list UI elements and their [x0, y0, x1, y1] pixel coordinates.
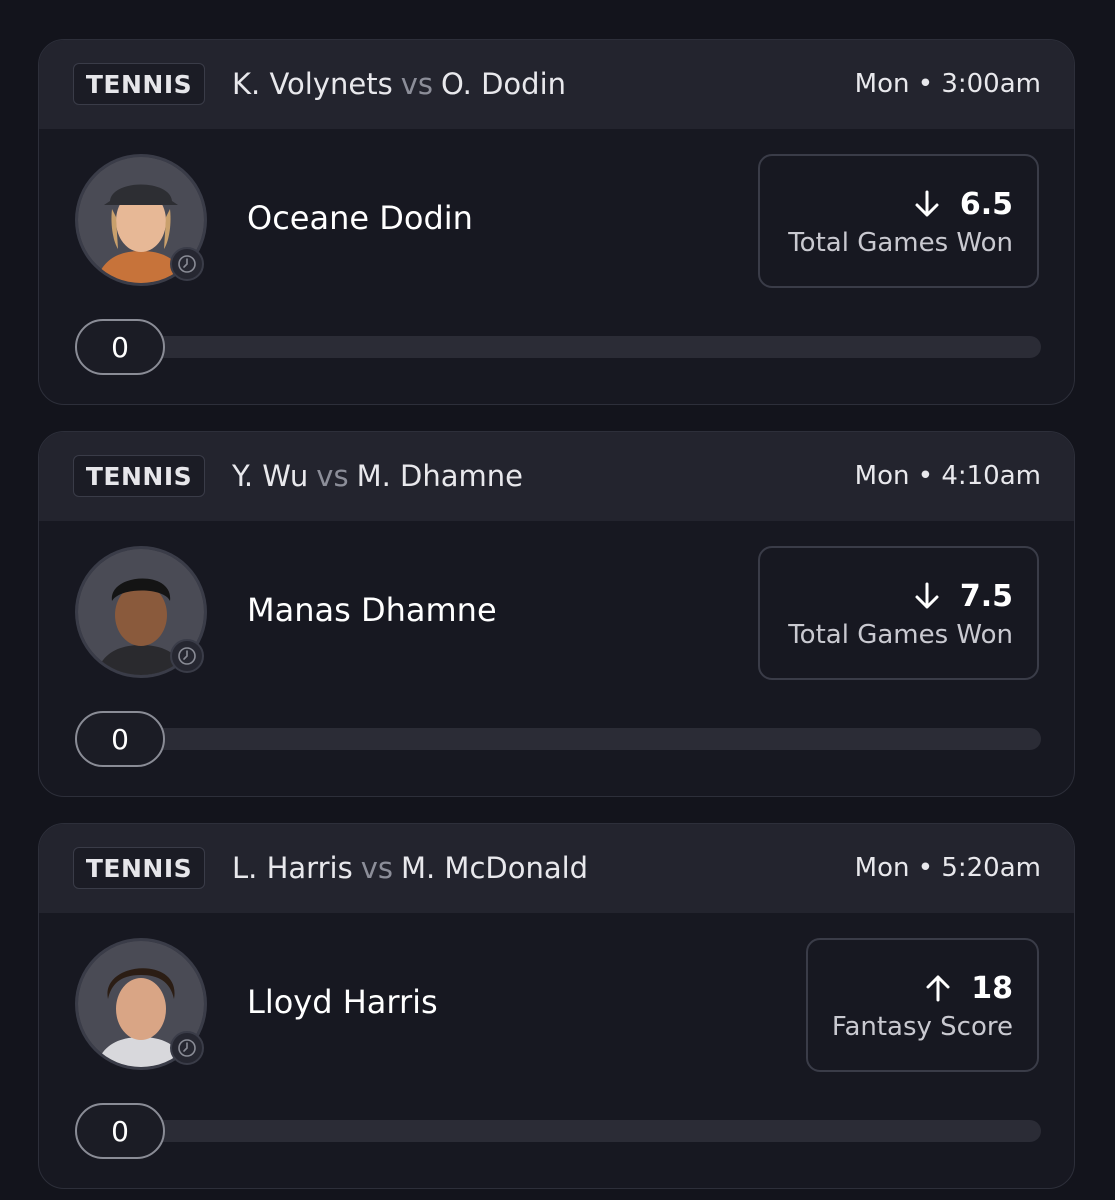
- sport-badge: TENNIS: [73, 63, 205, 105]
- arrow-down-icon: [915, 190, 939, 217]
- line-value: 18: [971, 970, 1013, 1006]
- sport-badge: TENNIS: [73, 847, 205, 889]
- progress-track: [139, 1120, 1041, 1142]
- progress-value: 0: [75, 1103, 165, 1159]
- line-box[interactable]: 18 Fantasy Score: [806, 938, 1039, 1072]
- projection-card[interactable]: TENNIS Y. Wu vs M. Dhamne Mon • 4:10am M…: [38, 431, 1075, 797]
- player-name: Manas Dhamne: [247, 591, 497, 629]
- matchup-player-2: O. Dodin: [441, 67, 567, 101]
- progress-track: [139, 728, 1041, 750]
- line-value: 6.5: [959, 186, 1013, 222]
- matchup-vs: vs: [360, 851, 393, 885]
- arrow-up-icon: [926, 975, 950, 1002]
- clock-icon: [170, 639, 204, 673]
- player-name: Oceane Dodin: [247, 199, 473, 237]
- matchup-player-2: M. Dhamne: [356, 459, 523, 493]
- sport-badge: TENNIS: [73, 455, 205, 497]
- matchup-vs: vs: [400, 67, 433, 101]
- matchup-player-1: K. Volynets: [232, 67, 393, 101]
- matchup: L. Harris vs M. McDonald: [232, 848, 588, 888]
- match-time: Mon • 4:10am: [854, 461, 1041, 491]
- card-header: TENNIS K. Volynets vs O. Dodin Mon • 3:0…: [39, 40, 1074, 129]
- matchup: K. Volynets vs O. Dodin: [232, 64, 566, 104]
- matchup-vs: vs: [316, 459, 349, 493]
- arrow-down-icon: [915, 582, 939, 609]
- match-time: Mon • 3:00am: [854, 69, 1041, 99]
- projection-card[interactable]: TENNIS K. Volynets vs O. Dodin Mon • 3:0…: [38, 39, 1075, 405]
- match-time: Mon • 5:20am: [854, 853, 1041, 883]
- stat-type: Fantasy Score: [831, 1012, 1013, 1042]
- line-box[interactable]: 6.5 Total Games Won: [758, 154, 1039, 288]
- progress-value: 0: [75, 319, 165, 375]
- progress-value: 0: [75, 711, 165, 767]
- clock-icon: [170, 1031, 204, 1065]
- matchup-player-1: L. Harris: [232, 851, 353, 885]
- line-box[interactable]: 7.5 Total Games Won: [758, 546, 1039, 680]
- player-name: Lloyd Harris: [247, 983, 438, 1021]
- projection-card[interactable]: TENNIS L. Harris vs M. McDonald Mon • 5:…: [38, 823, 1075, 1189]
- progress-track: [139, 336, 1041, 358]
- clock-icon: [170, 247, 204, 281]
- card-header: TENNIS Y. Wu vs M. Dhamne Mon • 4:10am: [39, 432, 1074, 521]
- card-header: TENNIS L. Harris vs M. McDonald Mon • 5:…: [39, 824, 1074, 913]
- matchup-player-1: Y. Wu: [232, 459, 309, 493]
- projection-list: TENNIS K. Volynets vs O. Dodin Mon • 3:0…: [0, 0, 1115, 1200]
- line-value: 7.5: [959, 578, 1013, 614]
- stat-type: Total Games Won: [788, 620, 1013, 650]
- matchup: Y. Wu vs M. Dhamne: [232, 456, 523, 496]
- stat-type: Total Games Won: [788, 228, 1013, 258]
- matchup-player-2: M. McDonald: [400, 851, 589, 885]
